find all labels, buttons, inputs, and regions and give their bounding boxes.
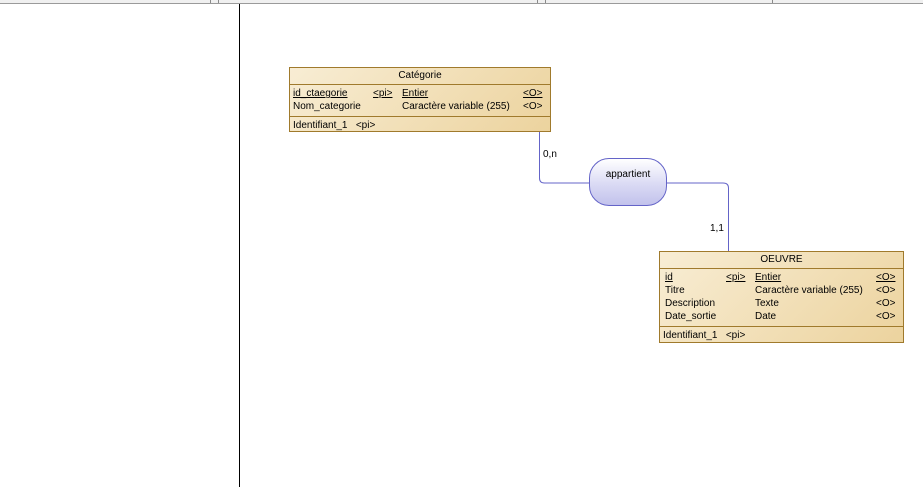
attribute-type: Caractère variable (255) [402,101,510,112]
entity-title: Catégorie [290,68,550,85]
attribute-row[interactable]: Description Texte <O> [663,298,897,311]
relationship-label: appartient [605,169,651,180]
entity-title: OEUVRE [660,252,903,269]
link-appartient-oeuvre [667,182,729,251]
attribute-row[interactable]: Date_sortie Date <O> [663,311,897,324]
attribute-type: Entier [755,272,782,283]
attribute-name: Date_sortie [665,311,717,322]
attribute-mandatory: <O> [876,298,896,309]
attribute-name: Nom_categorie [293,101,361,112]
identifier-list: Identifiant_1 <pi> [660,327,903,345]
attribute-mandatory: <O> [876,272,896,283]
attribute-name: id [665,272,673,283]
identifier-tag: <pi> [725,330,746,341]
attribute-name: Titre [665,285,685,296]
cardinality-oeuvre: 1,1 [710,223,724,234]
attribute-mandatory: <O> [876,285,896,296]
attribute-row[interactable]: Titre Caractère variable (255) <O> [663,285,897,298]
entity-oeuvre[interactable]: OEUVRE id <pi> Entier <O> Titre Caractèr… [659,251,904,343]
attribute-row[interactable]: id_ctaegorie <pi> Entier <O> [293,88,544,101]
attribute-type: Entier [402,88,429,99]
attribute-list: id <pi> Entier <O> Titre Caractère varia… [660,269,903,327]
identifier-name: Identifiant_1 [293,120,348,131]
attribute-mandatory: <O> [523,101,543,112]
attribute-type: Caractère variable (255) [755,285,863,296]
attribute-name: Description [665,298,716,309]
attribute-list: id_ctaegorie <pi> Entier <O> Nom_categor… [290,85,550,117]
attribute-tag: <pi> [726,272,746,283]
relationship-appartient[interactable]: appartient [589,158,667,206]
entity-categorie[interactable]: Catégorie id_ctaegorie <pi> Entier <O> N… [289,67,551,132]
attribute-name: id_ctaegorie [293,88,348,99]
identifier-name: Identifiant_1 [663,330,718,341]
attribute-mandatory: <O> [876,311,896,322]
cardinality-categorie: 0,n [543,149,557,160]
attribute-type: Date [755,311,777,322]
identifier-tag: <pi> [355,120,376,131]
identifier-list: Identifiant_1 <pi> [290,117,550,135]
attribute-row[interactable]: id <pi> Entier <O> [663,272,897,285]
attribute-type: Texte [755,298,779,309]
attribute-mandatory: <O> [523,88,543,99]
attribute-row[interactable]: Nom_categorie Caractère variable (255) <… [293,101,544,114]
attribute-tag: <pi> [373,88,393,99]
